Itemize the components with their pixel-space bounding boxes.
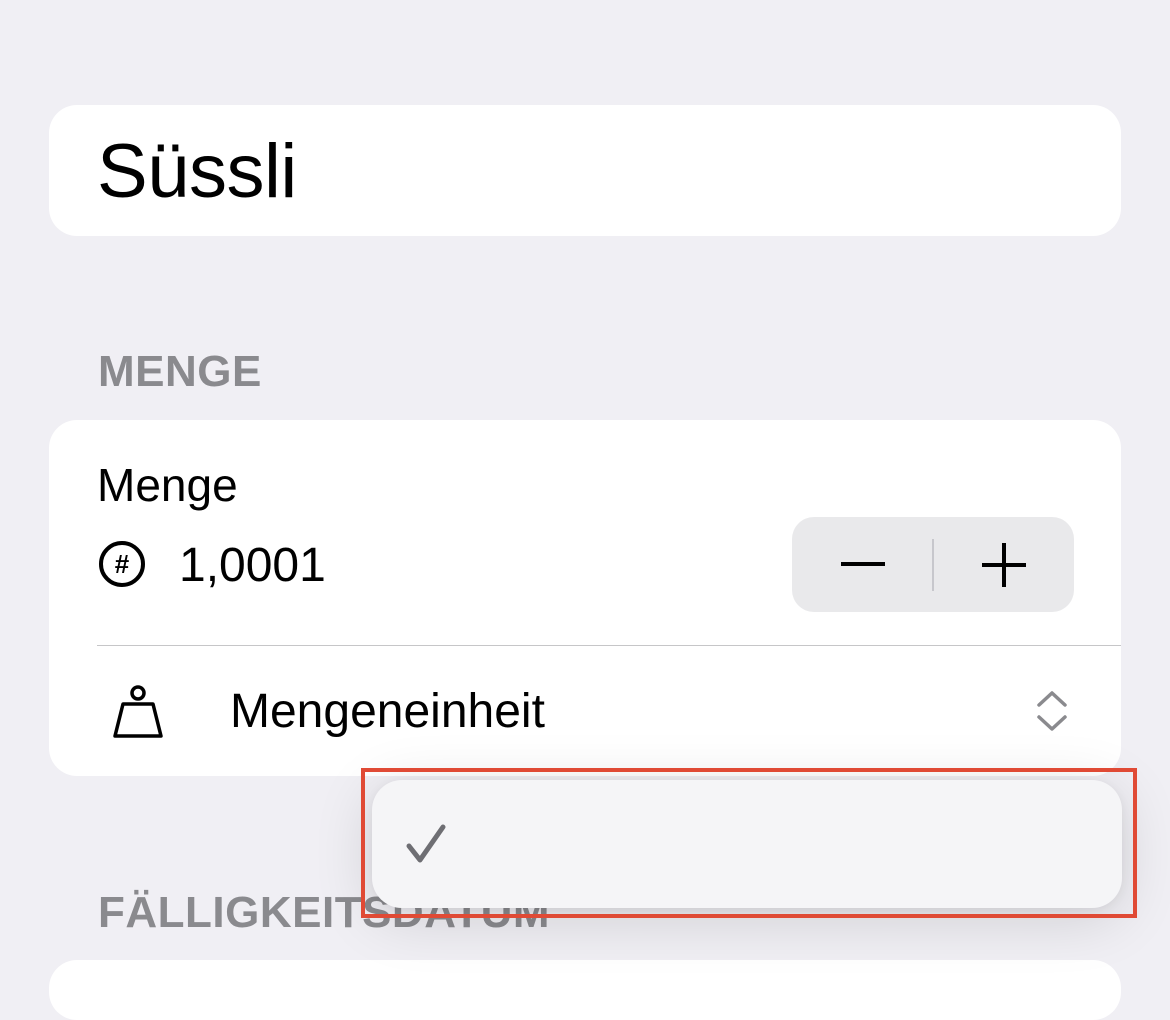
quantity-stepper[interactable] [792, 517, 1074, 612]
due-date-card[interactable] [49, 960, 1121, 1020]
checkmark-icon [406, 824, 446, 863]
quantity-card: Menge # 1,0001 Mengeneinheit [49, 420, 1121, 776]
unit-picker-row[interactable]: Mengeneinheit [49, 646, 1121, 776]
unit-menu-item-selected[interactable] [372, 780, 1122, 908]
section-header-quantity: MENGE [98, 347, 262, 396]
unit-menu-popup [372, 780, 1122, 908]
minus-icon [840, 561, 885, 566]
unit-label: Mengeneinheit [230, 685, 545, 738]
quantity-value[interactable]: 1,0001 [179, 538, 326, 594]
item-title-field[interactable]: Süssli [97, 127, 297, 217]
chevron-up-down-icon [1037, 691, 1067, 731]
plus-icon [981, 542, 1026, 587]
weight-icon [113, 685, 163, 738]
increment-button[interactable] [933, 517, 1074, 612]
quantity-label: Menge [97, 459, 238, 511]
decrement-button[interactable] [792, 517, 933, 612]
item-title-card[interactable]: Süssli [49, 105, 1121, 236]
number-circle-icon: # [99, 541, 145, 587]
